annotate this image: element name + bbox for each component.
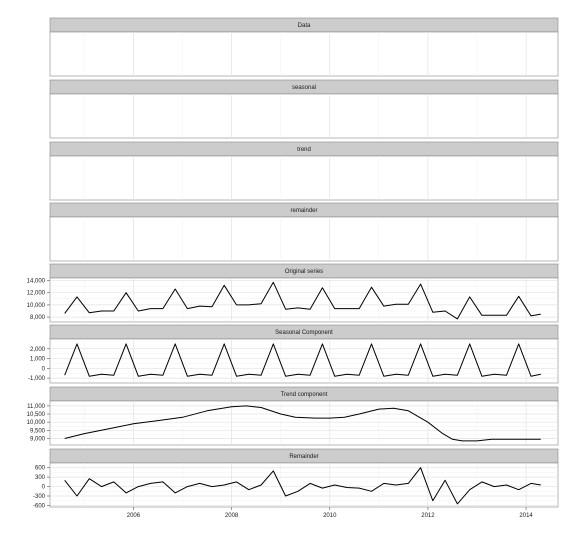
panel-body	[49, 462, 559, 508]
y-tick-label: 9,500	[30, 428, 46, 434]
y-tick-label: 0	[42, 366, 46, 372]
panel-7: Trend component 9,000 9,500 10,000 10,500 11,…	[27, 386, 559, 446]
y-tick-label: 14,000	[27, 278, 46, 284]
panel-body	[49, 93, 559, 139]
x-tick-label: 2006	[127, 513, 141, 519]
panel-5: Original series 8,000 10,000 12,000 14,000	[27, 263, 559, 323]
panel-2: seasonal	[49, 79, 559, 139]
x-axis: 2006 2008 2010 2012 2014	[127, 507, 533, 519]
panel-title: seasonal	[292, 85, 316, 91]
y-tick-label: 300	[35, 475, 46, 481]
y-tick-label: -300	[33, 494, 46, 500]
x-tick-label: 2008	[225, 513, 239, 519]
panel-3: trend	[49, 141, 559, 201]
y-tick-label: -600	[33, 503, 46, 509]
panel-title: Trend component	[281, 392, 328, 398]
y-tick-label: 2,000	[30, 347, 46, 353]
stl-decomposition-chart: Data seasonal trend remainder Original serie…	[27, 17, 559, 519]
y-tick-label: 11,000	[27, 404, 46, 410]
x-tick-label: 2012	[421, 513, 435, 519]
x-tick-label: 2014	[519, 513, 533, 519]
y-tick-label: 9,000	[30, 436, 46, 442]
panel-title: Original series	[285, 269, 323, 275]
y-tick-label: 8,000	[30, 315, 46, 321]
y-tick-label: 10,500	[27, 412, 46, 418]
y-tick-label: 10,000	[27, 420, 46, 426]
y-tick-label: 1,000	[30, 357, 46, 363]
panel-body	[49, 155, 559, 201]
panel-4: remainder	[49, 202, 559, 262]
y-tick-label: 12,000	[27, 291, 46, 297]
panel-body	[49, 31, 559, 77]
panel-title: Seasonal Component	[275, 330, 333, 336]
x-tick-label: 2010	[323, 513, 337, 519]
y-tick-label: 0	[42, 485, 46, 491]
panel-body	[49, 216, 559, 262]
panel-1: Data	[49, 17, 559, 77]
y-tick-label: 600	[35, 466, 46, 472]
panel-title: remainder	[290, 208, 317, 214]
panel-title: Remainder	[289, 454, 318, 460]
y-tick-label: 10,000	[27, 303, 46, 309]
panel-6: Seasonal Component -1,000 0 1,000 2,000	[28, 324, 559, 384]
y-tick-label: -1,000	[28, 376, 46, 382]
panel-8: Remainder -600 -300 0 300 600	[33, 448, 559, 509]
panel-title: Data	[298, 23, 311, 29]
panel-title: trend	[297, 147, 311, 153]
